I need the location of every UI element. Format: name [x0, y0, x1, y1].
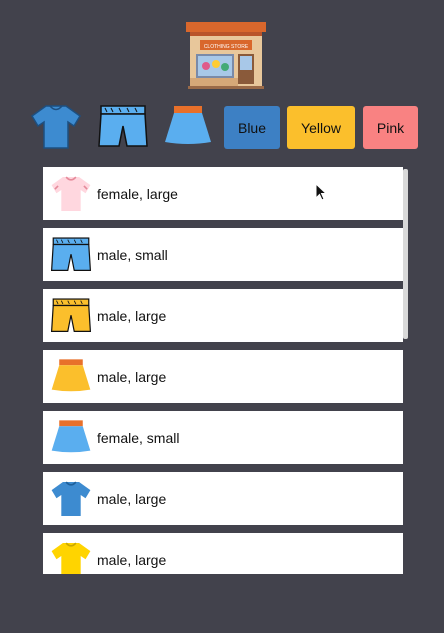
pink-filter-button[interactable]: Pink: [363, 106, 418, 149]
skirt-icon: [48, 416, 94, 460]
tshirt-icon: [48, 538, 94, 574]
list-item[interactable]: female, small: [43, 411, 403, 464]
product-list[interactable]: female, large male, small male, large ma…: [43, 166, 405, 574]
list-item[interactable]: male, small: [43, 228, 403, 281]
tshirt-filter-button[interactable]: [30, 104, 82, 150]
tshirt-icon: [48, 477, 94, 521]
item-label: female, small: [97, 429, 180, 446]
skirt-filter-button[interactable]: [163, 104, 213, 150]
item-label: male, large: [97, 551, 167, 568]
list-scrollbar[interactable]: [403, 169, 408, 339]
yellow-filter-button[interactable]: Yellow: [287, 106, 355, 149]
clothing-store-icon: CLOTHING STORE: [186, 22, 266, 89]
shorts-icon: [48, 233, 94, 277]
item-label: male, small: [97, 246, 168, 263]
shorts-icon: [48, 294, 94, 338]
item-label: male, large: [97, 307, 167, 324]
list-item[interactable]: male, large: [43, 533, 403, 574]
skirt-icon: [48, 355, 94, 399]
list-item[interactable]: female, large: [43, 167, 403, 220]
list-item[interactable]: male, large: [43, 472, 403, 525]
mouse-cursor-icon: [315, 183, 327, 201]
list-item[interactable]: male, large: [43, 289, 403, 342]
tshirt-icon: [48, 172, 94, 216]
item-label: male, large: [97, 490, 167, 507]
filter-bar: Blue Yellow Pink: [0, 100, 444, 152]
item-label: male, large: [97, 368, 167, 385]
blue-filter-button[interactable]: Blue: [224, 106, 280, 149]
item-label: female, large: [97, 185, 178, 202]
list-item[interactable]: male, large: [43, 350, 403, 403]
shorts-filter-button[interactable]: [97, 104, 149, 150]
store-sign-text: CLOTHING STORE: [204, 44, 249, 50]
